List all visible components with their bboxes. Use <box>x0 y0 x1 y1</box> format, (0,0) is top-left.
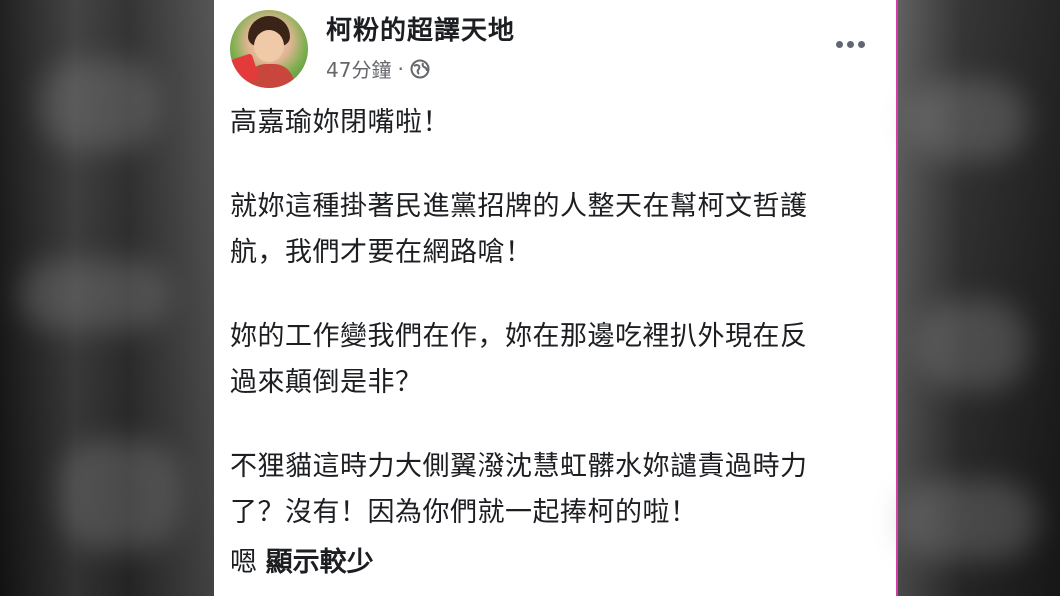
more-options-button[interactable] <box>828 30 872 58</box>
more-horizontal-icon <box>835 40 843 48</box>
globe-icon[interactable] <box>410 59 430 79</box>
meta-separator: · <box>397 56 404 81</box>
post-paragraph: 不狸貓這時力大側翼潑沈慧虹髒水妳譴責過時力 了？沒有！因為你們就一起捧柯的啦！ <box>230 444 880 536</box>
page-avatar[interactable] <box>230 10 308 88</box>
post-paragraph: 高嘉瑜妳閉嘴啦！ <box>230 100 880 146</box>
post-line: 過來顛倒是非？ <box>230 367 423 398</box>
post-meta: 47分鐘 · <box>326 54 430 83</box>
post-line: 航，我們才要在網路嗆！ <box>230 237 533 268</box>
blurred-background-right <box>898 0 1060 596</box>
post-line: 高嘉瑜妳閉嘴啦！ <box>230 107 450 138</box>
post-line: 妳的工作變我們在作，妳在那邊吃裡扒外現在反 <box>230 321 808 352</box>
show-less-link[interactable]: 顯示較少 <box>266 547 374 578</box>
post-paragraph: 妳的工作變我們在作，妳在那邊吃裡扒外現在反 過來顛倒是非？ <box>230 314 880 406</box>
post-line: 了？沒有！因為你們就一起捧柯的啦！ <box>230 497 698 528</box>
post-body: 高嘉瑜妳閉嘴啦！ 就妳這種掛著民進黨招牌的人整天在幫柯文哲護 航，我們才要在網路… <box>230 100 880 574</box>
trailing-text: 嗯 <box>230 547 257 578</box>
post-footer-text: 嗯 顯示較少 <box>230 540 374 586</box>
video-frame: 柯粉的超譯天地 47分鐘 · 高嘉瑜妳閉嘴啦！ 就妳這種掛著民進黨招牌的人整天在… <box>0 0 1060 596</box>
page-name-link[interactable]: 柯粉的超譯天地 <box>326 10 515 47</box>
blurred-background-left <box>0 0 214 596</box>
post-timestamp[interactable]: 47分鐘 <box>326 54 391 83</box>
post-line: 不狸貓這時力大側翼潑沈慧虹髒水妳譴責過時力 <box>230 451 808 482</box>
facebook-post: 柯粉的超譯天地 47分鐘 · 高嘉瑜妳閉嘴啦！ 就妳這種掛著民進黨招牌的人整天在… <box>214 0 896 596</box>
post-paragraph: 就妳這種掛著民進黨招牌的人整天在幫柯文哲護 航，我們才要在網路嗆！ <box>230 184 880 276</box>
post-line: 就妳這種掛著民進黨招牌的人整天在幫柯文哲護 <box>230 191 808 222</box>
